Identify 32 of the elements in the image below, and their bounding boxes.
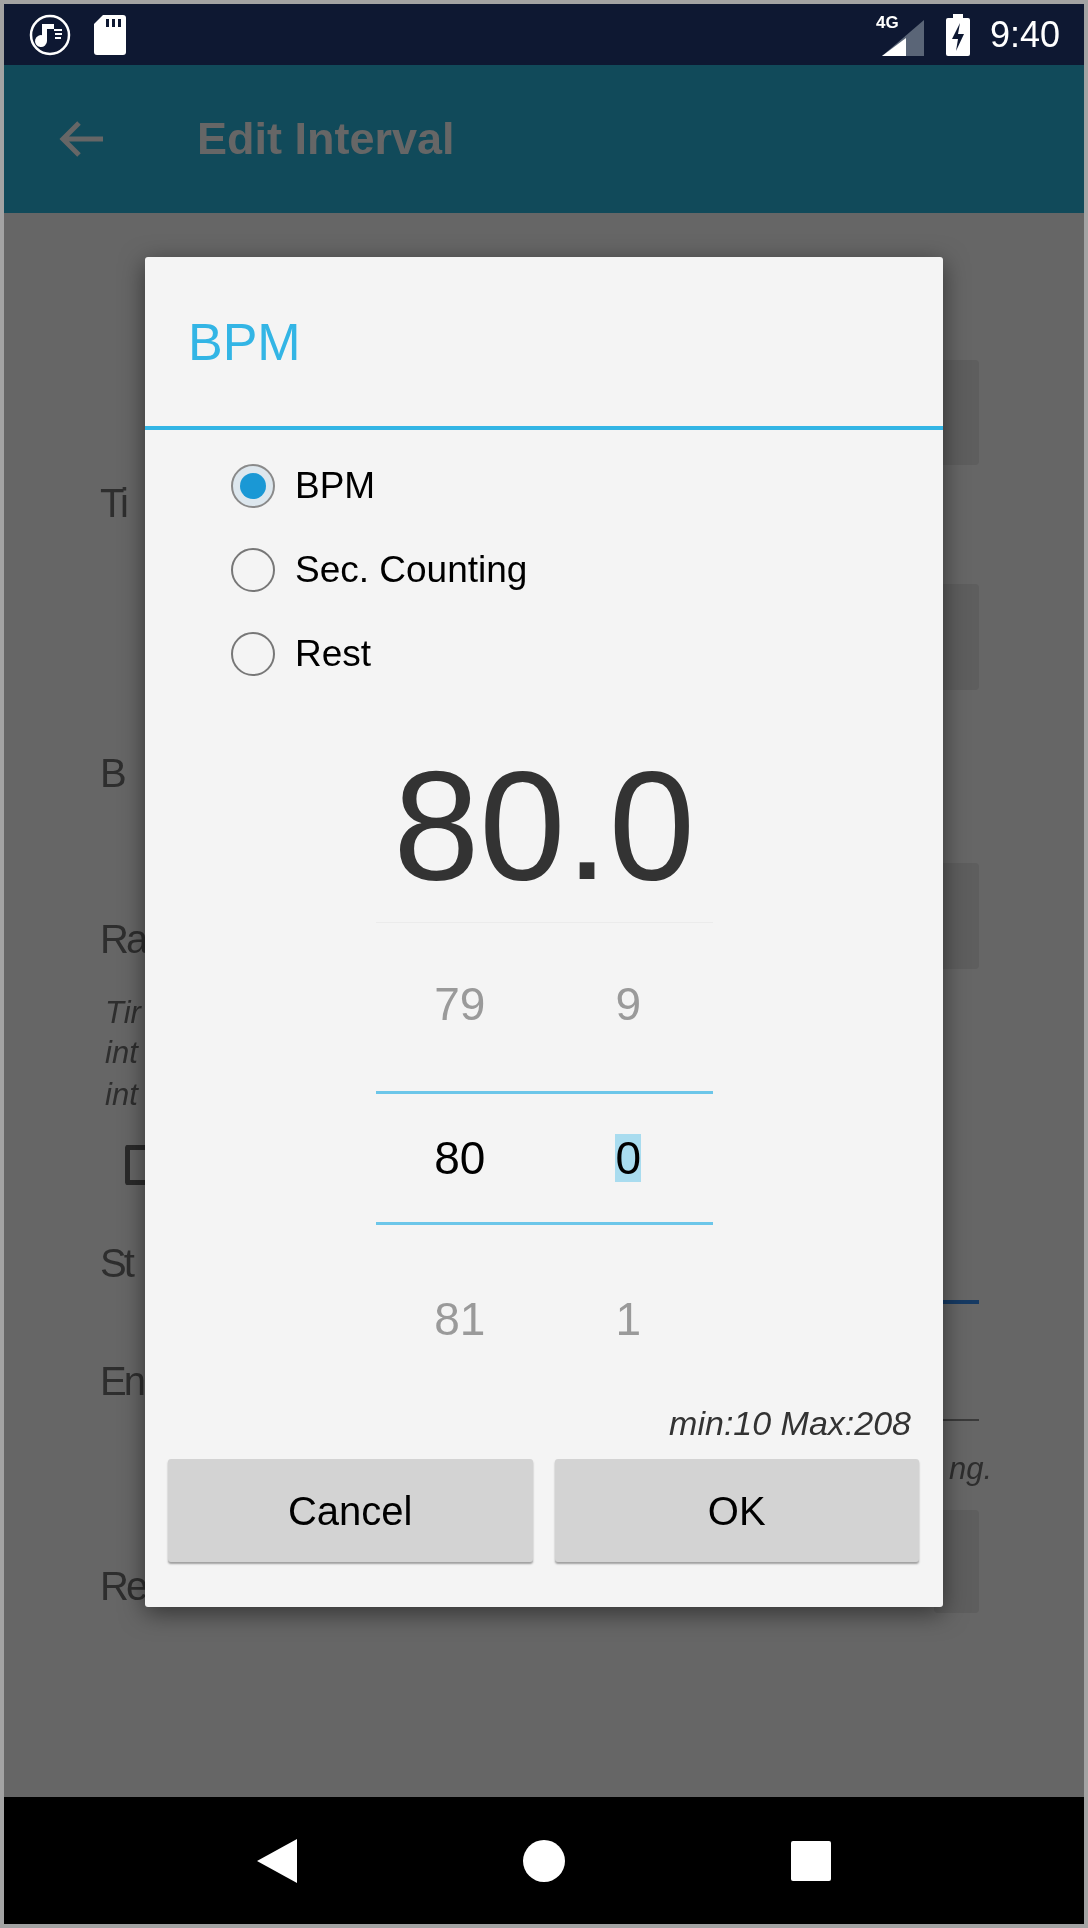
radio-label[interactable]: Sec. Counting (295, 542, 528, 598)
hint-text: Tir (105, 994, 141, 1032)
bpm-display: 80.0 (393, 741, 695, 911)
radio-button[interactable] (231, 464, 275, 508)
dialog-title: BPM (188, 311, 301, 373)
hint-text: int (105, 1076, 138, 1114)
picker-number[interactable]: 80 (434, 1134, 486, 1182)
hint-text: ng. (949, 1450, 993, 1488)
field-label: St (100, 1240, 132, 1287)
dialog-button[interactable]: OK (554, 1459, 919, 1562)
sd-card-icon (94, 14, 126, 55)
field-label: Ra (100, 916, 146, 963)
screen-title: Edit Interval (197, 112, 455, 167)
battery-charging-icon (945, 13, 970, 56)
home-icon[interactable] (522, 1838, 566, 1883)
picker-number[interactable]: 0 (615, 1134, 642, 1182)
radio-label[interactable]: Rest (295, 626, 372, 682)
radio-label[interactable]: BPM (295, 458, 376, 514)
field-label: B (100, 750, 124, 797)
field-label: En (100, 1358, 143, 1405)
dialog-button[interactable]: Cancel (168, 1459, 533, 1562)
radio-button[interactable] (231, 548, 275, 592)
field-label: Ti (100, 480, 126, 527)
recents-icon[interactable] (791, 1840, 832, 1881)
back-icon[interactable] (256, 1838, 297, 1883)
music-note-icon (28, 12, 72, 57)
network-label: 4G (875, 11, 899, 34)
range-hint: min:10 Max:208 (669, 1403, 911, 1443)
field-label: Re (100, 1563, 146, 1610)
hint-text: int (105, 1034, 138, 1072)
clock-time: 9:40 (989, 12, 1060, 57)
radio-button[interactable] (231, 632, 275, 676)
